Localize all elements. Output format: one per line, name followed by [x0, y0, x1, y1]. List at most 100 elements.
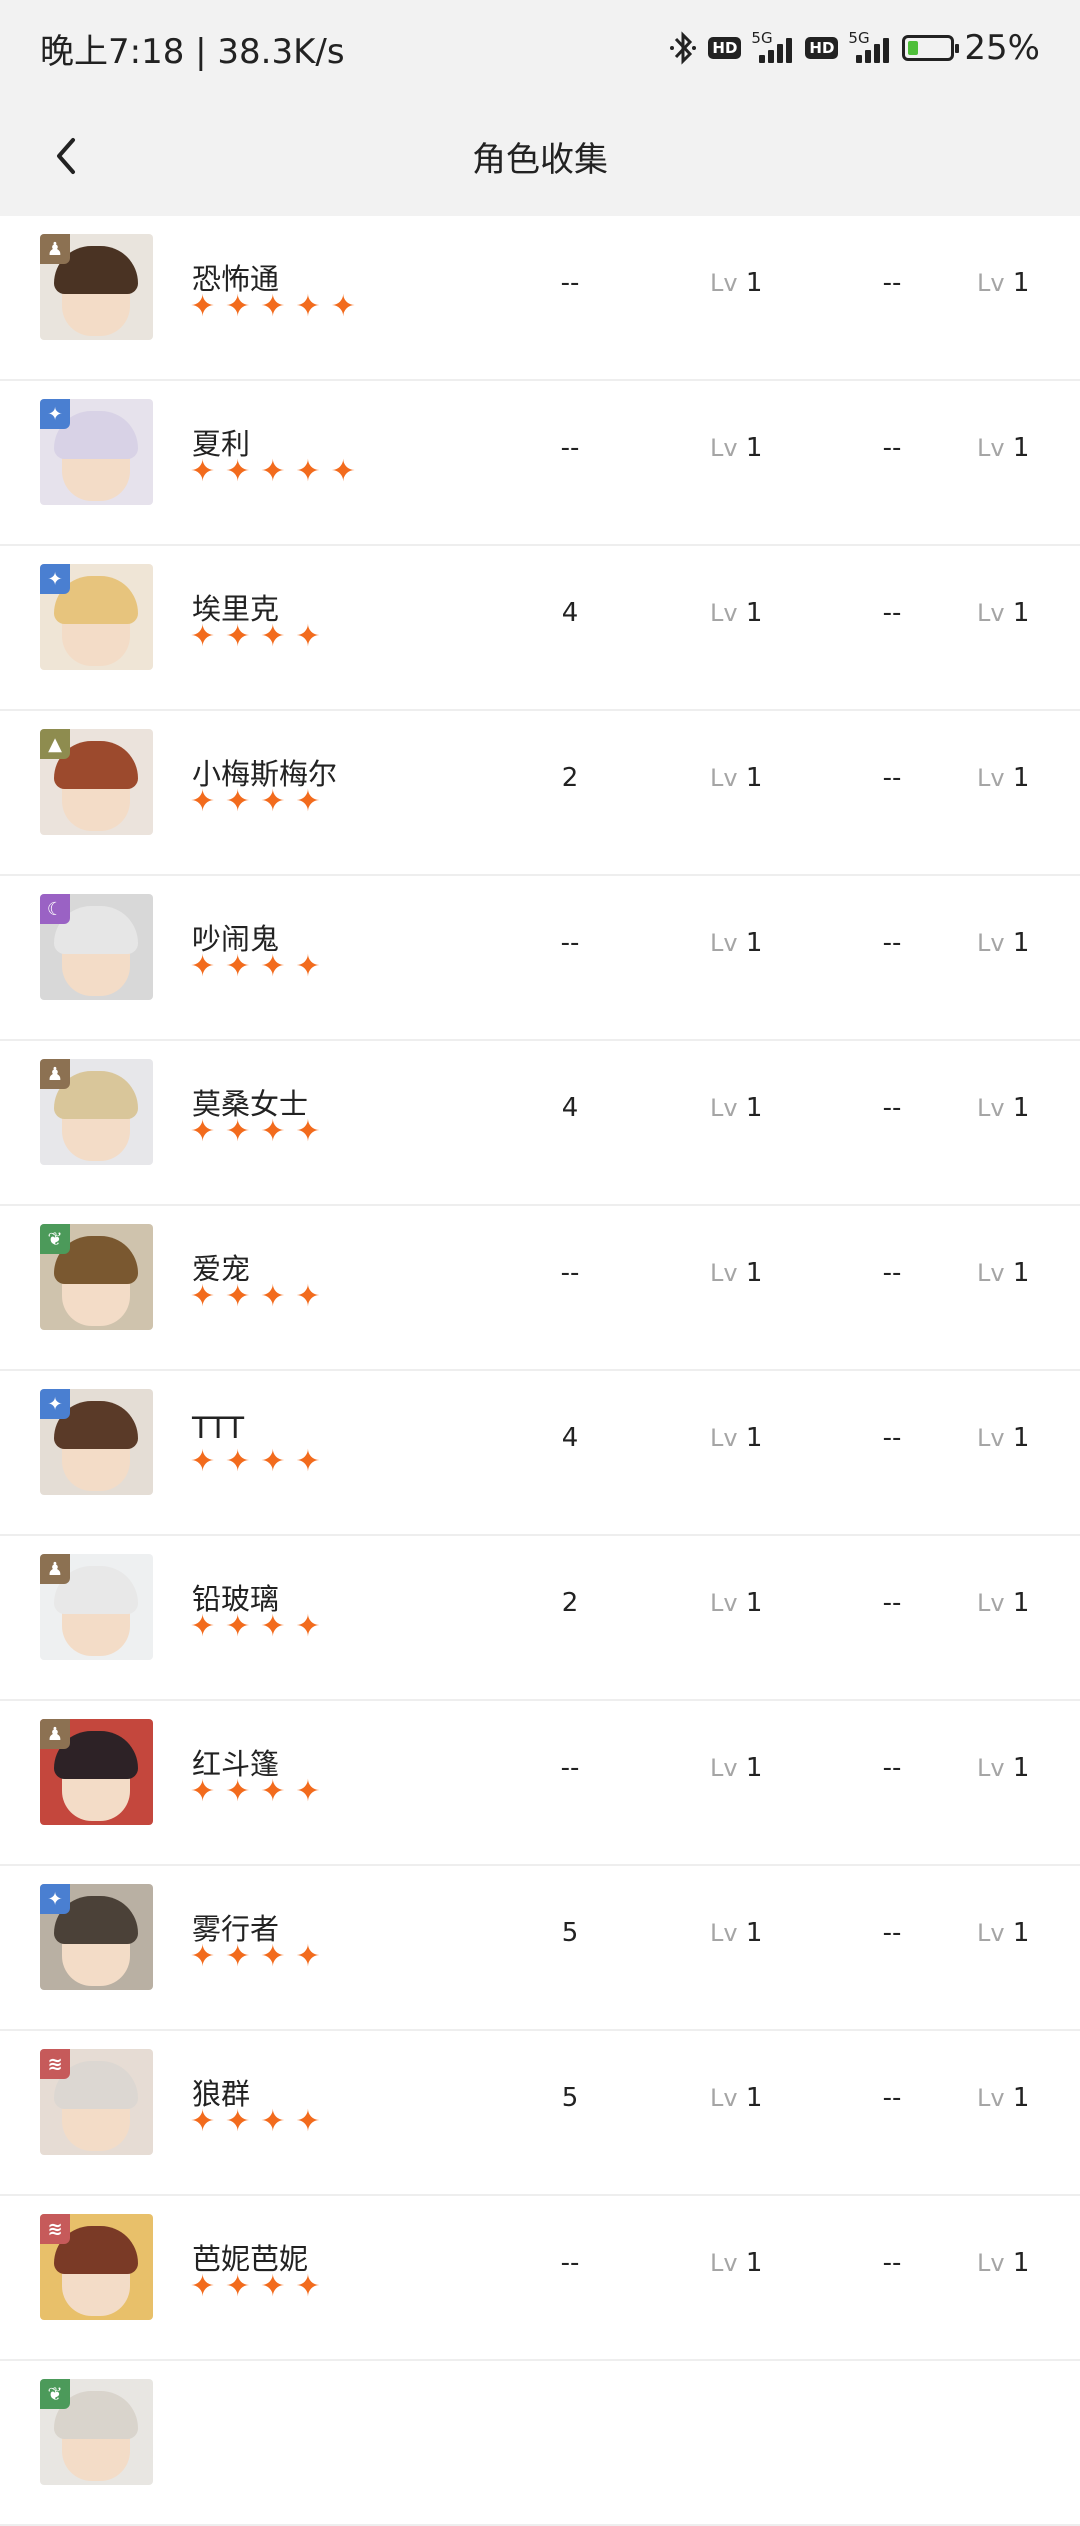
level-2-label: Lv	[977, 1094, 1005, 1122]
character-row[interactable]: ❦	[0, 2361, 1080, 2526]
star-icon: ✦	[295, 454, 321, 489]
level-2-label: Lv	[977, 764, 1005, 792]
star-icon: ✦	[295, 619, 321, 654]
level-2-label: Lv	[977, 1424, 1005, 1452]
star-icon: ✦	[295, 1114, 321, 1149]
star-icon: ✦	[225, 454, 251, 489]
star-icon: ✦	[190, 1444, 216, 1479]
level-1-label: Lv	[710, 599, 738, 627]
level-1-label: Lv	[710, 1424, 738, 1452]
level-2-value: 1	[1012, 1423, 1030, 1453]
star-icon: ✦	[295, 1939, 321, 1974]
level-1-value: 1	[745, 763, 763, 793]
character-stat-3: --	[882, 1093, 902, 1123]
character-stat-1: 4	[561, 598, 579, 628]
character-row[interactable]: ✦ 雾行者 ✦ ✦ ✦ ✦ 5 Lv 1 -- Lv 1	[0, 1866, 1080, 2031]
star-icon: ✦	[295, 1444, 321, 1479]
character-row[interactable]: ✦ TTT ✦ ✦ ✦ ✦ 4 Lv 1 -- Lv 1	[0, 1371, 1080, 1536]
mind-icon: ♟	[40, 1059, 70, 1089]
level-1-label: Lv	[710, 269, 738, 297]
star-rating: ✦ ✦ ✦ ✦ ✦	[190, 457, 356, 487]
leaf-icon: ❦	[40, 1224, 70, 1254]
level-2: Lv 1	[977, 1918, 1029, 1948]
star-icon: ✦	[295, 289, 321, 324]
hd-badge-2: HD	[805, 37, 839, 59]
star-icon: ✦	[225, 949, 251, 984]
level-2-value: 1	[1012, 1753, 1030, 1783]
star-icon: ✦	[225, 784, 251, 819]
character-row[interactable]: ☾ 吵闹鬼 ✦ ✦ ✦ ✦ -- Lv 1 -- Lv 1	[0, 876, 1080, 1041]
level-2-value: 1	[1012, 268, 1030, 298]
level-2: Lv 1	[977, 433, 1029, 463]
level-2-value: 1	[1012, 763, 1030, 793]
character-row[interactable]: ♟ 恐怖通 ✦ ✦ ✦ ✦ ✦ -- Lv 1 -- Lv 1	[0, 216, 1080, 381]
level-1-value: 1	[745, 2083, 763, 2113]
character-avatar: ♟	[40, 1719, 153, 1825]
character-row[interactable]: ❦ 爱宠 ✦ ✦ ✦ ✦ -- Lv 1 -- Lv 1	[0, 1206, 1080, 1371]
signal-icon-2: 5G	[848, 29, 892, 63]
level-1-label: Lv	[710, 1919, 738, 1947]
character-stat-3: --	[882, 763, 902, 793]
level-2-label: Lv	[977, 1259, 1005, 1287]
character-stat-1: --	[560, 2248, 580, 2278]
character-row[interactable]: ♟ 红斗篷 ✦ ✦ ✦ ✦ -- Lv 1 -- Lv 1	[0, 1701, 1080, 1866]
character-row[interactable]: ✦ 埃里克 ✦ ✦ ✦ ✦ 4 Lv 1 -- Lv 1	[0, 546, 1080, 711]
star-rating: ✦ ✦ ✦ ✦	[190, 1612, 321, 1642]
star-icon: ✦	[260, 619, 286, 654]
level-2: Lv 1	[977, 1423, 1029, 1453]
character-list: ♟ 恐怖通 ✦ ✦ ✦ ✦ ✦ -- Lv 1 -- Lv 1 ✦ 夏利 ✦ ✦ ✦ ✦ ✦ -…	[0, 216, 1080, 2526]
character-avatar: ≋	[40, 2214, 153, 2320]
character-row[interactable]: ≋ 狼群 ✦ ✦ ✦ ✦ 5 Lv 1 -- Lv 1	[0, 2031, 1080, 2196]
character-stat-1: 5	[561, 1918, 579, 1948]
star-icon: ✦	[225, 1444, 251, 1479]
star-icon: ✦	[260, 784, 286, 819]
level-2-label: Lv	[977, 599, 1005, 627]
level-1-value: 1	[745, 1753, 763, 1783]
network-type-1: 5G	[751, 29, 773, 47]
star-icon: ✦	[190, 2269, 216, 2304]
star-rating: ✦ ✦ ✦ ✦	[190, 1117, 321, 1147]
battery-fill	[908, 41, 919, 55]
star-icon: ✦	[295, 1279, 321, 1314]
star-icon: ✦	[260, 949, 286, 984]
character-stat-1: 2	[561, 763, 579, 793]
character-row[interactable]: ♟ 莫桑女士 ✦ ✦ ✦ ✦ 4 Lv 1 -- Lv 1	[0, 1041, 1080, 1206]
star-icon: ✦	[295, 949, 321, 984]
level-1-value: 1	[745, 1588, 763, 1618]
character-stat-1: --	[560, 1258, 580, 1288]
character-avatar: ❦	[40, 1224, 153, 1330]
character-stat-3: --	[882, 1588, 902, 1618]
level-1: Lv 1	[710, 598, 762, 628]
character-row[interactable]: ≋ 芭妮芭妮 ✦ ✦ ✦ ✦ -- Lv 1 -- Lv 1	[0, 2196, 1080, 2361]
level-2: Lv 1	[977, 763, 1029, 793]
level-1: Lv 1	[710, 1423, 762, 1453]
level-1: Lv 1	[710, 1258, 762, 1288]
back-button[interactable]	[40, 130, 92, 182]
star-icon: ✦	[260, 1609, 286, 1644]
star-icon: ✦	[190, 1609, 216, 1644]
star-icon: ✦	[190, 949, 216, 984]
star-icon: ✦	[260, 1774, 286, 1809]
star-icon: ✦	[295, 784, 321, 819]
page-title: 角色收集	[472, 139, 608, 180]
star-icon: ✦	[190, 784, 216, 819]
character-avatar: ♟	[40, 1059, 153, 1165]
level-1-label: Lv	[710, 1589, 738, 1617]
character-stat-3: --	[882, 1753, 902, 1783]
star-icon: ✦	[190, 2104, 216, 2139]
star-icon: ✦	[225, 1939, 251, 1974]
level-2-value: 1	[1012, 1258, 1030, 1288]
character-row[interactable]: ▲ 小梅斯梅尔 ✦ ✦ ✦ ✦ 2 Lv 1 -- Lv 1	[0, 711, 1080, 876]
signal-icon-1: 5G	[751, 29, 795, 63]
level-2: Lv 1	[977, 1093, 1029, 1123]
level-2: Lv 1	[977, 2248, 1029, 2278]
level-1-value: 1	[745, 928, 763, 958]
level-1: Lv 1	[710, 1588, 762, 1618]
character-row[interactable]: ✦ 夏利 ✦ ✦ ✦ ✦ ✦ -- Lv 1 -- Lv 1	[0, 381, 1080, 546]
level-1-value: 1	[745, 1258, 763, 1288]
character-row[interactable]: ♟ 铅玻璃 ✦ ✦ ✦ ✦ 2 Lv 1 -- Lv 1	[0, 1536, 1080, 1701]
star-rating: ✦ ✦ ✦ ✦	[190, 1282, 321, 1312]
level-1-label: Lv	[710, 929, 738, 957]
character-stat-1: 5	[561, 2083, 579, 2113]
battery-icon	[902, 35, 960, 61]
